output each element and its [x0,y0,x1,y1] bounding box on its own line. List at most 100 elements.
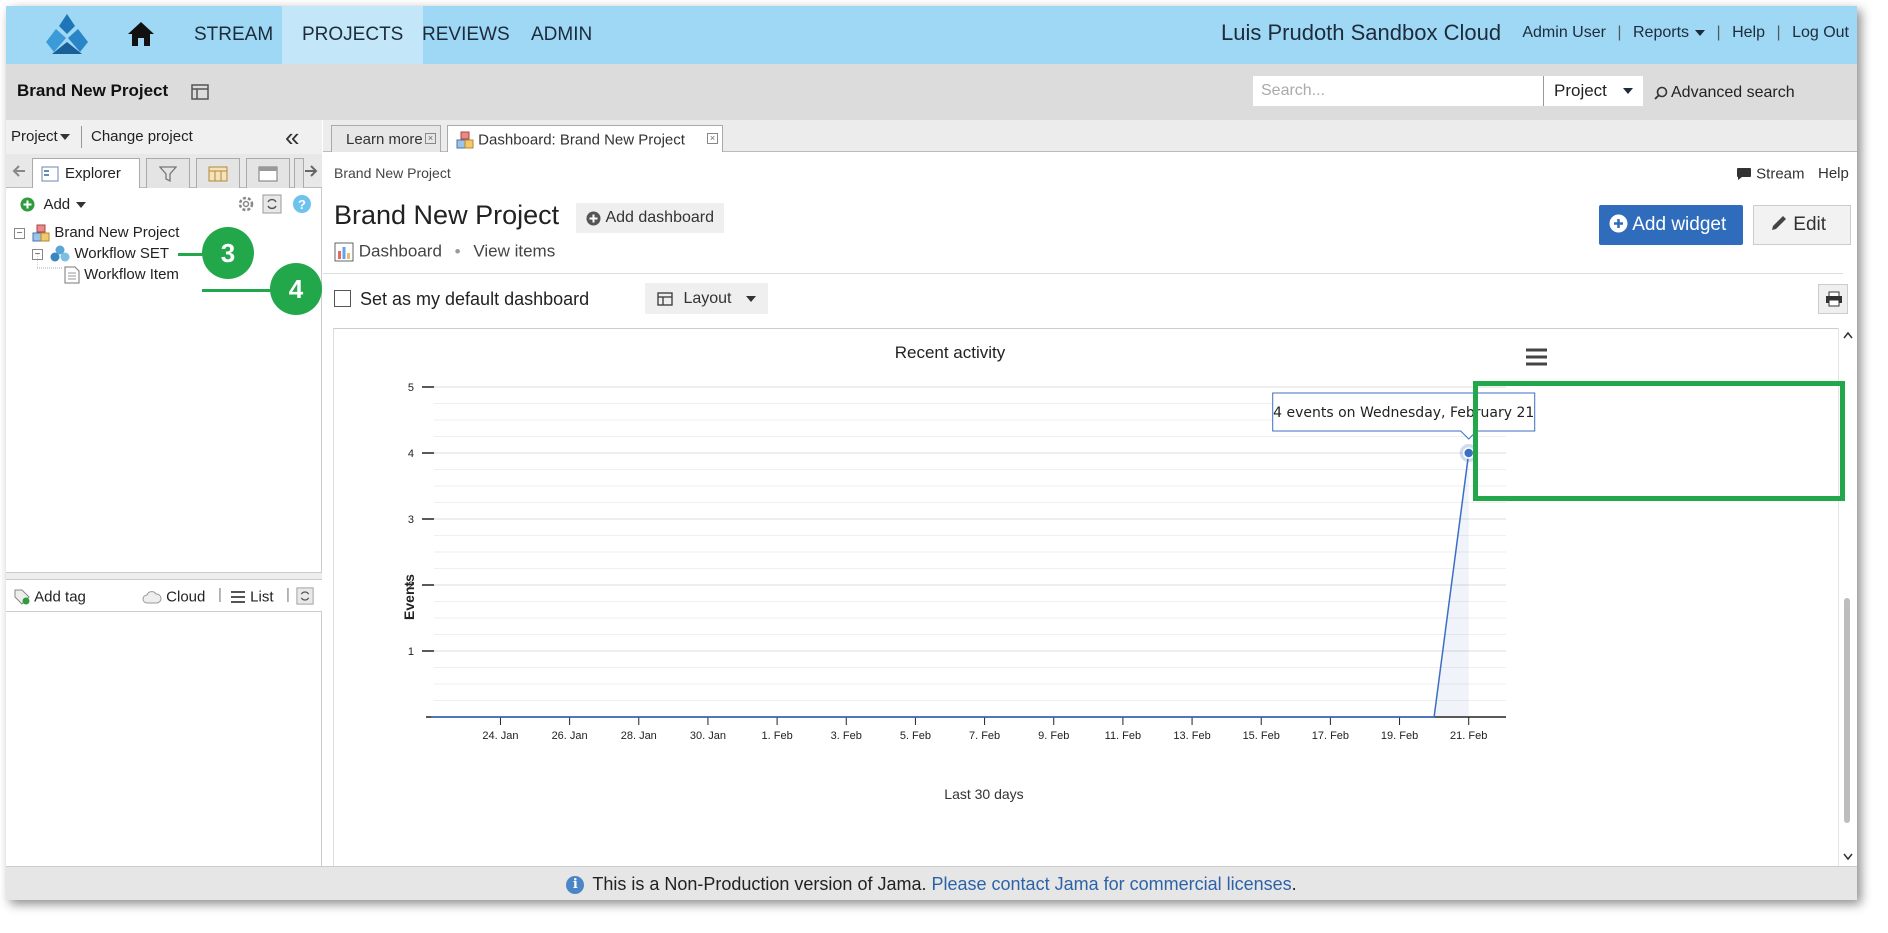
close-icon[interactable]: × [707,133,718,144]
user-menu[interactable]: Admin User [1522,24,1606,41]
project-title[interactable]: Brand New Project [17,81,168,101]
hamburger-menu-icon[interactable] [1524,347,1548,367]
y-tick-label: 3 [408,514,414,526]
tree-item-label: Workflow SET [74,245,170,262]
tab-releases[interactable] [246,158,290,188]
default-dashboard-checkbox[interactable] [334,290,351,307]
collapse-panel-icon[interactable]: « [285,122,299,153]
collapse-icon[interactable]: − [14,227,25,239]
panel-splitter[interactable] [6,572,322,580]
tab-dashboard[interactable]: Dashboard: Brand New Project × [447,125,723,152]
tree-item-label: Brand New Project [54,224,180,241]
jama-logo[interactable] [42,12,92,58]
tag-icon [14,589,30,605]
project-bar: Brand New Project Project Advanced searc… [6,64,1857,120]
separator: | [1716,24,1721,41]
x-tick-label: 13. Feb [1173,730,1210,742]
nav-tab-stream[interactable]: STREAM [174,6,293,64]
arrow-left-icon[interactable] [12,164,26,178]
x-tick-label: 11. Feb [1105,730,1142,742]
advanced-search-link[interactable]: Advanced search [1654,84,1795,102]
chevron-down-icon [745,295,756,302]
search-icon [1654,86,1668,100]
tab-filters[interactable] [146,158,190,188]
subnav-dashboard[interactable]: Dashboard [359,242,442,261]
chevron-up-icon[interactable] [1842,330,1854,340]
gear-icon[interactable] [236,194,256,214]
add-dashboard-label: Add dashboard [605,209,714,226]
add-widget-label: Add widget [1632,214,1727,235]
x-axis-label: Last 30 days [944,786,1023,802]
logout-link[interactable]: Log Out [1792,24,1849,41]
add-widget-button[interactable]: Add widget [1599,205,1743,245]
arrow-right-icon[interactable] [304,164,318,178]
stream-link[interactable]: Stream [1736,165,1805,183]
breadcrumb[interactable]: Brand New Project [334,165,451,181]
close-icon[interactable]: × [425,133,436,144]
tree-item-workflow-item[interactable]: Workflow Item [64,264,179,286]
subnav-view-items[interactable]: View items [473,242,555,261]
bullet-separator: • [454,241,461,261]
layout-icon [657,292,673,306]
banner-end: . [1291,874,1297,894]
default-dashboard-label[interactable]: Set as my default dashboard [360,289,589,310]
help-link[interactable]: Help [1732,24,1765,41]
refresh-icon[interactable] [262,194,282,214]
project-dropdown-label: Project [11,128,58,145]
comment-icon [1737,168,1751,181]
plus-circle-icon [1609,214,1628,233]
project-dropdown[interactable]: Project [11,128,70,145]
help-link[interactable]: Help [1818,165,1849,182]
edit-button[interactable]: Edit [1753,205,1851,245]
add-item-button[interactable]: Add [20,196,87,214]
non-production-banner: i This is a Non-Production version of Jam… [6,866,1857,900]
chevron-down-icon[interactable] [1842,852,1854,862]
tab-learn-more[interactable]: Learn more × [331,125,441,152]
tab-explorer-label: Explorer [65,165,121,182]
project-icon [32,224,50,242]
tab-explorer[interactable]: Explorer [32,158,140,188]
pencil-icon [1772,216,1786,231]
tab-baselines[interactable] [196,158,240,188]
x-tick-label: 5. Feb [900,730,931,742]
home-icon[interactable] [126,20,156,48]
chart-title: Recent activity [895,343,1006,362]
search-scope-select[interactable]: Project [1543,76,1643,106]
explorer-tabs: Explorer [6,154,322,188]
window-icon [258,166,278,182]
tab-label: Dashboard: Brand New Project [478,131,685,149]
printer-icon [1826,291,1842,307]
layout-dropdown[interactable]: Layout [645,283,768,314]
project-details-icon[interactable] [191,84,209,100]
reports-menu[interactable]: Reports [1633,24,1706,41]
tree-item-project[interactable]: − Brand New Project [14,222,179,244]
tab-label: Learn more [346,131,423,148]
plus-circle-icon [20,197,35,212]
scrollbar-thumb[interactable] [1844,598,1850,823]
chart-grid [434,386,1506,701]
separator: | [286,586,290,603]
list-view-button[interactable]: List [230,588,274,606]
tree-item-label: Workflow Item [84,266,179,283]
add-dashboard-button[interactable]: Add dashboard [576,203,724,233]
tab-more[interactable] [294,158,304,188]
change-project-link[interactable]: Change project [91,128,193,145]
cloud-icon [142,591,162,604]
add-tag-label: Add tag [34,588,86,606]
contact-licenses-link[interactable]: Please contact Jama for commercial licen… [932,874,1292,894]
advanced-search-label: Advanced search [1671,84,1795,101]
stream-link-label: Stream [1756,165,1805,183]
tags-toolbar: Add tag Cloud | List | [6,580,322,612]
separator: | [1617,24,1622,41]
search-input[interactable] [1253,76,1543,106]
print-button[interactable] [1818,284,1848,314]
nav-tab-admin[interactable]: ADMIN [511,6,612,64]
refresh-icon[interactable] [296,587,314,605]
add-tag-button[interactable]: Add tag [14,588,86,606]
help-circle-icon[interactable]: ? [292,194,312,214]
banner-text: This is a Non-Production version of Jama… [592,874,927,894]
x-tick-label: 9. Feb [1038,730,1069,742]
cloud-view-button[interactable]: Cloud [142,588,205,606]
layout-label: Layout [683,290,732,308]
callout-badge-3: 3 [202,227,254,279]
